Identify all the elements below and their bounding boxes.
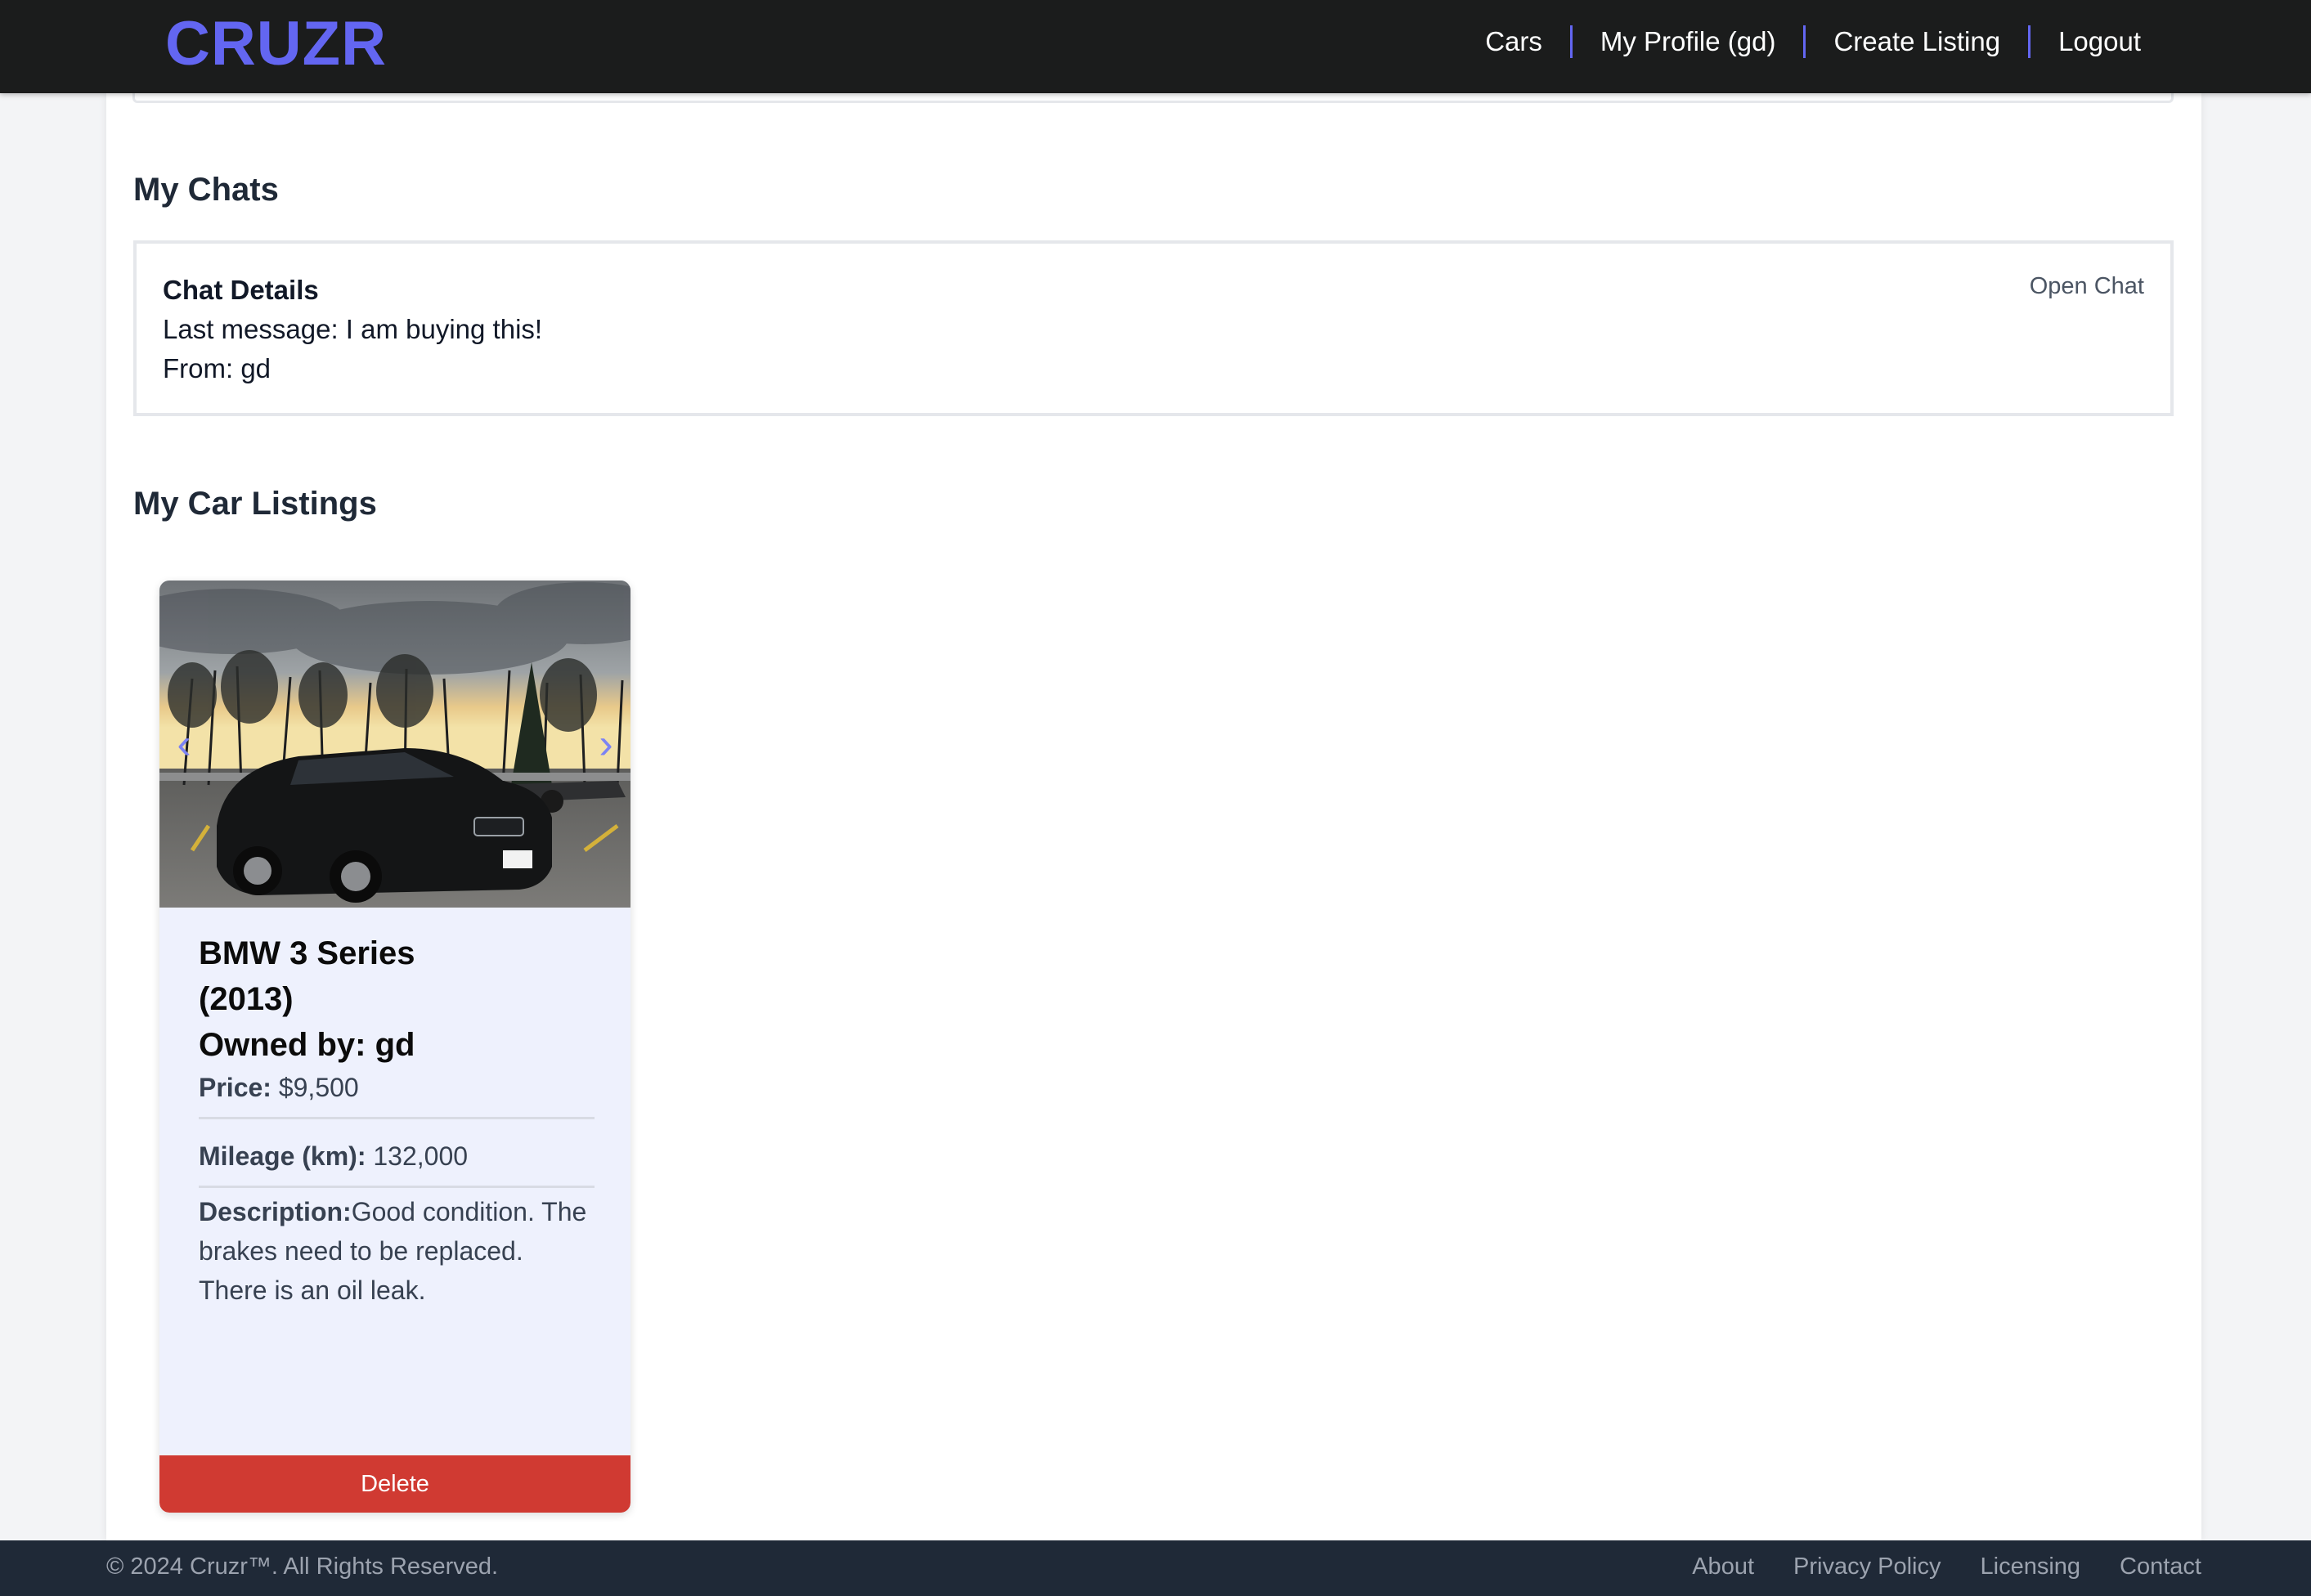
carousel-prev-icon[interactable]: ‹ <box>168 720 200 769</box>
detail-divider <box>199 1186 595 1188</box>
footer-links: About Privacy Policy Licensing Contact <box>1653 1553 2201 1580</box>
nav-link-cars[interactable]: Cars <box>1457 26 1570 57</box>
price-row: Price: $9,500 <box>199 1068 595 1107</box>
car-owner: Owned by: gd <box>199 1027 415 1063</box>
chat-last-message: Last message: I am buying this! <box>163 314 543 344</box>
my-car-listings-heading: My Car Listings <box>133 486 377 522</box>
my-chats-heading: My Chats <box>133 172 279 208</box>
car-model: BMW 3 Series <box>199 935 415 971</box>
nav-link-create-listing[interactable]: Create Listing <box>1806 26 2028 57</box>
chat-title: Chat Details <box>163 275 319 305</box>
footer-link-licensing[interactable]: Licensing <box>1981 1553 2081 1580</box>
price-label: Price: <box>199 1073 271 1102</box>
mileage-row: Mileage (km): 132,000 <box>199 1136 595 1176</box>
top-navbar: CRUZR Cars My Profile (gd) Create Listin… <box>0 0 2311 93</box>
mileage-value: 132,000 <box>373 1141 469 1171</box>
footer-link-privacy-policy[interactable]: Privacy Policy <box>1793 1553 1941 1580</box>
car-photo: ‹ › <box>159 581 630 908</box>
description-label: Description: <box>199 1197 352 1226</box>
main-content: My Chats Chat Details Last message: I am… <box>106 93 2201 1540</box>
price-value: $9,500 <box>278 1073 359 1102</box>
car-title: BMW 3 Series (2013) Owned by: gd <box>199 930 493 1068</box>
mileage-label: Mileage (km): <box>199 1141 366 1171</box>
nav-links: Cars My Profile (gd) Create Listing Logo… <box>1457 23 2141 61</box>
open-chat-link[interactable]: Open Chat <box>2030 273 2144 300</box>
footer-link-contact[interactable]: Contact <box>2120 1553 2201 1580</box>
footer-link-about[interactable]: About <box>1692 1553 1754 1580</box>
carousel-next-icon[interactable]: › <box>590 720 622 769</box>
chat-from: From: gd <box>163 353 271 383</box>
nav-link-my-profile[interactable]: My Profile (gd) <box>1573 26 1804 57</box>
brand-logo[interactable]: CRUZR <box>165 8 387 79</box>
nav-link-logout[interactable]: Logout <box>2031 26 2141 57</box>
copyright-text: © 2024 Cruzr™. All Rights Reserved. <box>106 1553 499 1580</box>
detail-divider <box>199 1117 595 1119</box>
footer: © 2024 Cruzr™. All Rights Reserved. Abou… <box>0 1540 2311 1596</box>
delete-button[interactable]: Delete <box>159 1455 630 1513</box>
profile-card-bottom-edge <box>132 93 2174 103</box>
car-year: (2013) <box>199 981 294 1017</box>
car-listing-card: ‹ › BMW 3 Series (2013) Owned by: gd Pri… <box>159 581 630 1513</box>
chat-card: Chat Details Last message: I am buying t… <box>133 240 2174 416</box>
description-row: Description:Good condition. The brakes n… <box>199 1192 595 1310</box>
